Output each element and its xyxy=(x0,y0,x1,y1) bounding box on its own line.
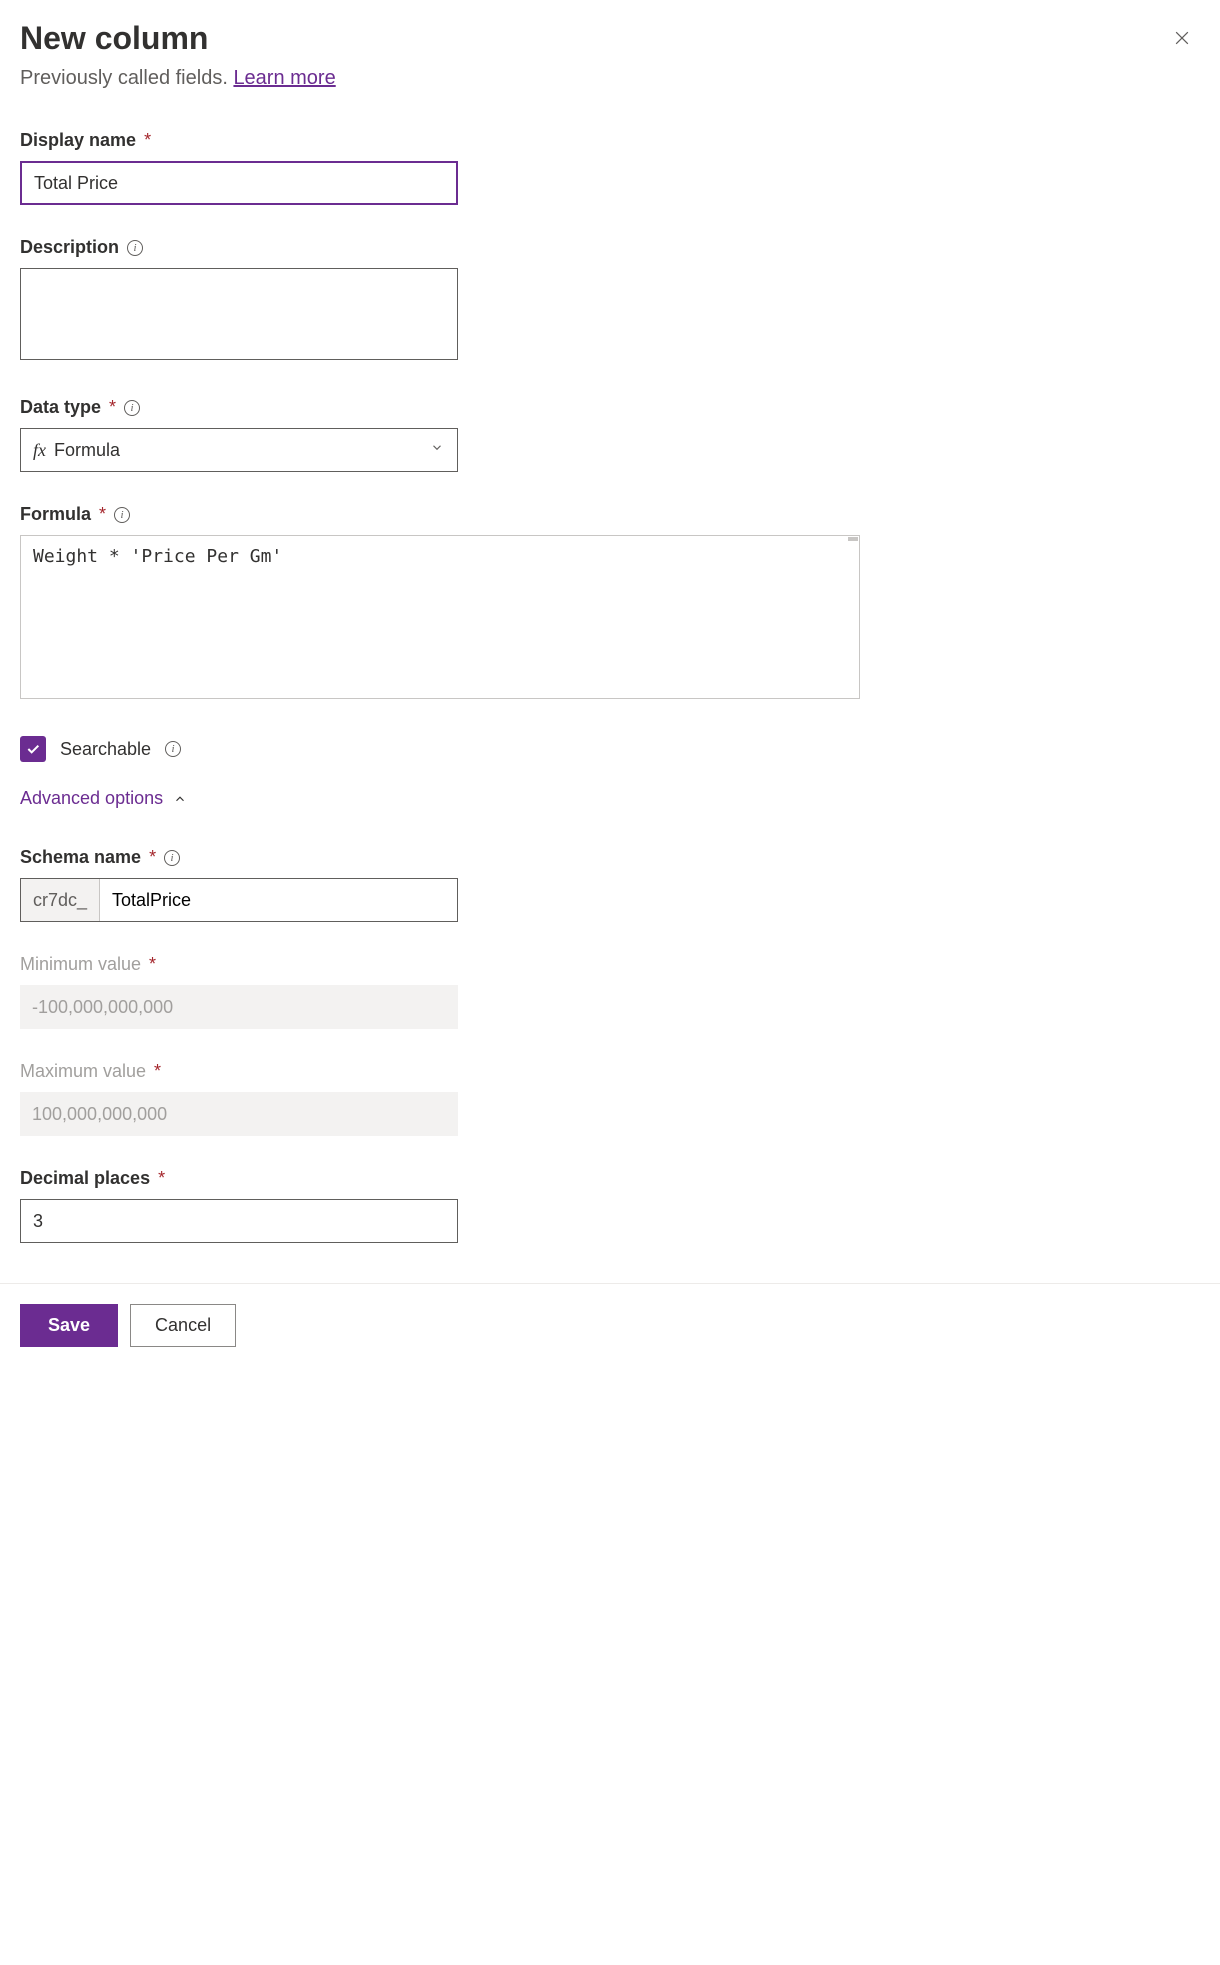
advanced-options-toggle[interactable]: Advanced options xyxy=(20,788,1200,809)
cancel-button[interactable]: Cancel xyxy=(130,1304,236,1347)
close-button[interactable] xyxy=(1164,20,1200,59)
searchable-checkbox[interactable] xyxy=(20,736,46,762)
chevron-up-icon xyxy=(173,792,187,806)
info-icon[interactable]: i xyxy=(114,507,130,523)
save-button[interactable]: Save xyxy=(20,1304,118,1347)
decimal-places-input[interactable] xyxy=(20,1199,458,1243)
panel-title: New column xyxy=(20,20,208,57)
schema-prefix: cr7dc_ xyxy=(21,879,100,921)
fx-icon: fx xyxy=(33,440,46,461)
divider xyxy=(0,1283,1220,1284)
data-type-label: Data type* i xyxy=(20,397,1200,418)
schema-name-input[interactable] xyxy=(100,879,457,921)
info-icon[interactable]: i xyxy=(164,850,180,866)
searchable-label: Searchable xyxy=(60,739,151,760)
decimal-places-label: Decimal places* xyxy=(20,1168,1200,1189)
schema-name-label: Schema name* i xyxy=(20,847,1200,868)
learn-more-link[interactable]: Learn more xyxy=(233,67,335,89)
min-value-label: Minimum value* xyxy=(20,954,1200,975)
display-name-input[interactable] xyxy=(20,161,458,205)
data-type-select[interactable]: fx Formula xyxy=(20,428,458,472)
info-icon[interactable]: i xyxy=(127,240,143,256)
chevron-down-icon xyxy=(430,441,444,460)
description-label: Description i xyxy=(20,237,1200,258)
info-icon[interactable]: i xyxy=(124,400,140,416)
description-input[interactable] xyxy=(20,268,458,360)
close-icon xyxy=(1172,28,1192,48)
scroll-indicator xyxy=(848,537,858,541)
info-icon[interactable]: i xyxy=(165,741,181,757)
min-value-input: -100,000,000,000 xyxy=(20,985,458,1029)
formula-label: Formula* i xyxy=(20,504,1200,525)
panel-subtitle: Previously called fields. Learn more xyxy=(20,67,1200,90)
max-value-label: Maximum value* xyxy=(20,1061,1200,1082)
max-value-input: 100,000,000,000 xyxy=(20,1092,458,1136)
check-icon xyxy=(25,741,41,757)
display-name-label: Display name* xyxy=(20,130,1200,151)
formula-input[interactable] xyxy=(20,535,860,699)
